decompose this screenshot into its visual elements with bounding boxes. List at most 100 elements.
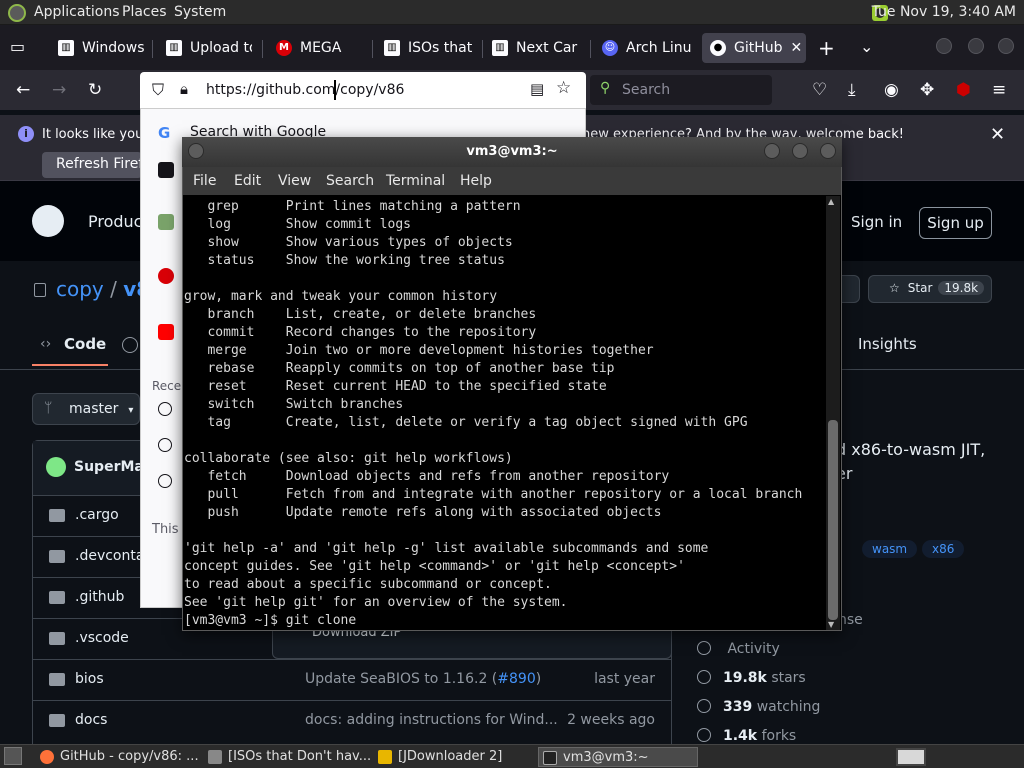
ublock-icon[interactable]: ⬢	[956, 80, 971, 100]
folder-icon	[49, 509, 65, 522]
book-icon[interactable]	[158, 214, 174, 230]
commit-time: 2 weeks ago	[567, 712, 655, 728]
tab-upload[interactable]: ▥ Upload to	[166, 33, 252, 63]
back-icon[interactable]: ←	[16, 80, 30, 100]
url-text[interactable]: https://github.com/copy/v86	[206, 82, 404, 98]
sign-in-link[interactable]: Sign in	[851, 213, 902, 231]
file-row[interactable]: docs docs: adding instructions for Wind..…	[33, 700, 671, 741]
avatar[interactable]	[46, 457, 66, 477]
sign-up-button[interactable]: Sign up	[919, 207, 992, 239]
youtube-icon[interactable]	[158, 324, 174, 340]
taskbar-item-isos[interactable]: [ISOs that Don't hav...	[204, 747, 370, 767]
shield-icon[interactable]: ⛉	[152, 80, 164, 100]
menu-view[interactable]: View	[278, 173, 311, 189]
workspace-switcher[interactable]	[896, 748, 926, 766]
close-tab-icon[interactable]: ✕	[791, 40, 803, 56]
product-menu[interactable]: Produc	[88, 212, 142, 231]
menu-edit[interactable]: Edit	[234, 173, 261, 189]
taskbar: GitHub - copy/v86: ... [ISOs that Don't …	[0, 744, 1024, 768]
tab-isos[interactable]: ▥ISOs that D	[384, 33, 476, 63]
menu-search[interactable]: Search	[326, 173, 374, 189]
activity-link[interactable]: Activity	[697, 641, 780, 657]
menu-terminal[interactable]: Terminal	[386, 173, 445, 189]
list-tabs-icon[interactable]: ⌄	[860, 37, 873, 56]
info-icon: i	[18, 126, 34, 142]
archive-icon: ▥	[166, 40, 182, 56]
taskbar-item-terminal[interactable]: vm3@vm3:~	[538, 747, 698, 767]
new-tab-button[interactable]: +	[818, 36, 835, 60]
scroll-up-arrow-icon[interactable]: ▲	[828, 197, 834, 206]
system-menu[interactable]: System	[174, 4, 226, 20]
folder-icon	[49, 550, 65, 563]
tab-insights[interactable]: Insights	[858, 335, 917, 353]
account-icon[interactable]: ◉	[884, 80, 899, 100]
commit-message[interactable]: docs: adding instructions for Wind...	[305, 712, 558, 728]
reader-view-icon[interactable]: ▤	[530, 80, 544, 98]
history-icon[interactable]	[158, 402, 172, 416]
topic-tag-wasm[interactable]: wasm	[862, 540, 918, 558]
watching-link[interactable]: 339 watching	[697, 699, 820, 715]
extensions-icon[interactable]: ✥	[920, 80, 934, 100]
forward-icon[interactable]: →	[52, 80, 66, 100]
tab-github[interactable]: ● GitHub ✕	[702, 33, 806, 63]
tab-separator	[152, 40, 153, 58]
tab-windows[interactable]: ▥ Windows	[58, 33, 150, 63]
star-button[interactable]: ☆ Star 19.8k	[868, 275, 992, 303]
search-bar[interactable]	[590, 75, 772, 105]
github-logo-icon[interactable]	[32, 205, 64, 237]
terminal-maximize-button[interactable]	[792, 143, 808, 159]
google-icon: G	[158, 124, 171, 142]
download-icon[interactable]: ⤓	[848, 80, 856, 100]
history-icon[interactable]	[158, 438, 172, 452]
sponsor-button[interactable]	[842, 275, 860, 303]
terminal-title-bar[interactable]: vm3@vm3:~	[182, 137, 842, 167]
pocket-icon[interactable]: ♡	[812, 80, 827, 100]
window-minimize-button[interactable]	[936, 38, 952, 54]
refresh-firefox-button[interactable]: Refresh Firefox	[42, 152, 142, 178]
commit-message[interactable]: Update SeaBIOS to 1.16.2 (#890)	[305, 671, 541, 687]
forks-link[interactable]: 1.4k forks	[697, 728, 796, 744]
scroll-down-arrow-icon[interactable]: ▼	[828, 620, 834, 629]
mega-icon: M	[276, 40, 292, 56]
terminal-output[interactable]: grep Print lines matching a pattern log …	[184, 198, 824, 630]
menu-icon[interactable]: ≡	[992, 80, 1006, 100]
terminal-scrollbar-thumb[interactable]	[828, 420, 838, 620]
firefox-view-icon[interactable]: ▭	[10, 37, 25, 56]
tab-next-car[interactable]: ▥Next Car C	[492, 33, 578, 63]
terminal-minimize-button[interactable]	[764, 143, 780, 159]
repo-owner-link[interactable]: copy	[56, 277, 104, 301]
tab-arch-linux[interactable]: ☺Arch Linux	[602, 33, 692, 63]
reload-icon[interactable]: ↻	[88, 80, 102, 100]
show-desktop-button[interactable]	[4, 747, 22, 765]
search-placeholder[interactable]: Search	[622, 82, 670, 98]
clock[interactable]: Tue Nov 19, 3:40 AM	[872, 4, 1016, 20]
taskbar-item-firefox[interactable]: GitHub - copy/v86: ...	[36, 747, 198, 767]
bookmark-star-icon[interactable]: ☆	[556, 78, 571, 98]
history-icon[interactable]	[158, 474, 172, 488]
window-close-button[interactable]	[998, 38, 1014, 54]
distro-logo-icon[interactable]	[8, 4, 26, 22]
places-menu[interactable]: Places	[122, 4, 167, 20]
menu-help[interactable]: Help	[460, 173, 492, 189]
mega-icon[interactable]	[158, 268, 174, 284]
window-maximize-button[interactable]	[968, 38, 984, 54]
tab-mega[interactable]: M MEGA	[276, 33, 368, 63]
stars-link[interactable]: 19.8k stars	[697, 670, 806, 686]
taskbar-item-jdownloader[interactable]: [JDownloader 2]	[374, 747, 534, 767]
terminal-close-button[interactable]	[820, 143, 836, 159]
search-engine-icon: ⚲	[600, 80, 611, 96]
issues-icon[interactable]	[122, 337, 138, 353]
lock-icon[interactable]: 🔒︎	[180, 80, 188, 98]
pr-link[interactable]: #890	[497, 671, 535, 687]
tab-code[interactable]: Code	[64, 335, 106, 353]
terminal-menu-bar: File Edit View Search Terminal Help	[183, 167, 841, 195]
terminal-menu-button[interactable]	[188, 143, 204, 159]
tab-separator	[590, 40, 591, 58]
close-notification-icon[interactable]: ✕	[990, 124, 1005, 145]
archive-icon[interactable]	[158, 162, 174, 178]
menu-file[interactable]: File	[193, 173, 216, 189]
top-panel: Applications Places System Tue Nov 19, 3…	[0, 0, 1024, 25]
topic-tag-x86[interactable]: x86	[922, 540, 965, 558]
applications-menu[interactable]: Applications	[34, 4, 120, 20]
file-row[interactable]: bios Update SeaBIOS to 1.16.2 (#890) last …	[33, 659, 671, 700]
